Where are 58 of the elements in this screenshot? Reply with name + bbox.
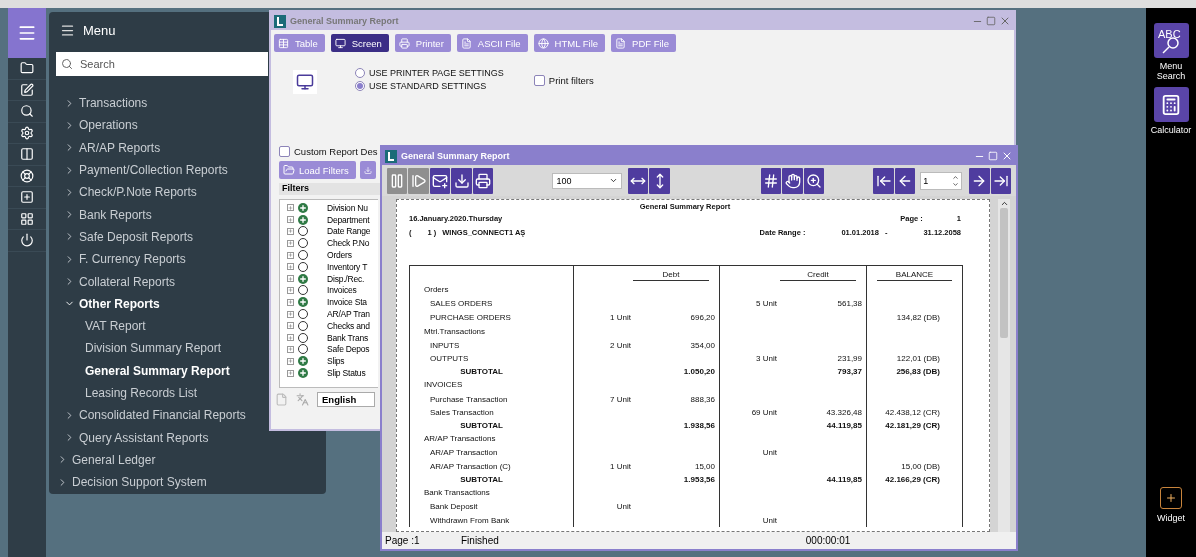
report-cell: 122,01 (DB) <box>896 354 940 364</box>
report-cell: 15,00 (DB) <box>901 461 940 471</box>
report-row-label: OUTPUTS <box>429 353 470 366</box>
report-cell-text: 15,00 <box>693 460 716 473</box>
report-cell: Unit <box>762 448 777 458</box>
column-header: Debt <box>633 270 709 281</box>
report-group-label: Bank Transactions <box>423 487 491 500</box>
report-cell: 3 Unit <box>756 354 777 364</box>
report-row-label: PURCHASE ORDERS <box>429 311 512 324</box>
report-row-label: SUBTOTAL <box>459 419 504 432</box>
report-row-label: Sales Transaction <box>429 407 495 420</box>
report-cell-text: 1.938,56 <box>682 419 716 432</box>
report-row-label: INPUTS <box>429 339 461 352</box>
report-cell: 7 Unit <box>610 394 631 404</box>
status-page: Page :1 <box>385 535 421 546</box>
window-title: General Summary Report <box>401 151 511 161</box>
report-cell-text: 696,20 <box>689 311 716 324</box>
report-cell-text: 354,00 <box>689 339 716 352</box>
report-cell-text: 43.326,48 <box>825 407 863 420</box>
report-group-label: INVOICES <box>423 379 464 392</box>
status-time: 000:00:01 <box>805 535 851 546</box>
report-row-label: Bank Deposit <box>429 501 479 514</box>
report-cell: 2 Unit <box>610 340 631 350</box>
column-header: BALANCE <box>877 270 952 281</box>
report-cell: Unit <box>762 515 777 525</box>
report-cell-text: 231,99 <box>836 353 863 366</box>
report-group-label: Orders <box>423 283 450 296</box>
report-row-label: SUBTOTAL <box>459 473 504 486</box>
report-cell-text: 44.119,85 <box>825 473 863 486</box>
report-group-label: Mtrl.Transactions <box>423 325 487 338</box>
report-row-label: AR/AP Transaction <box>429 447 499 460</box>
report-cell: 42.438,12 (CR) <box>885 408 940 418</box>
report-cell-text: 44.119,85 <box>825 419 863 432</box>
icon-text: ABC <box>1158 27 1181 40</box>
report-cell: 134,82 (DB) <box>896 312 940 322</box>
report-cell-text: 561,38 <box>836 298 863 311</box>
report-cell-text: 1.953,56 <box>682 473 716 486</box>
report-cell: 256,83 (DB) <box>896 367 940 377</box>
report-cell: 1 Unit <box>610 312 631 322</box>
report-cell: 42.181,29 (CR) <box>885 420 940 430</box>
report-cell: Unit <box>616 502 631 512</box>
report-row-label: Withdrawn From Bank <box>429 514 511 527</box>
report-cell-text: 1.050,20 <box>682 366 716 378</box>
report-row-label: AR/AP Transaction (C) <box>429 460 512 473</box>
status-text: Finished <box>461 535 499 546</box>
report-row-label: SALES ORDERS <box>429 298 494 311</box>
window-title: General Summary Report <box>290 16 400 26</box>
column-header: Credit <box>780 270 856 281</box>
report-cell-text: 793,37 <box>836 366 863 378</box>
report-group-label: AR/AP Transactions <box>423 433 497 446</box>
menu-title: Menu <box>83 22 116 38</box>
report-cell: 69 Unit <box>751 408 777 418</box>
report-cell-text: 888,36 <box>689 393 716 406</box>
report-cell: 5 Unit <box>756 299 777 309</box>
report-cell: 1 Unit <box>610 461 631 471</box>
report-row-label: Purchase Transaction <box>429 393 509 406</box>
report-row-label: SUBTOTAL <box>459 366 504 378</box>
report-cell: 42.166,29 (CR) <box>885 474 940 484</box>
